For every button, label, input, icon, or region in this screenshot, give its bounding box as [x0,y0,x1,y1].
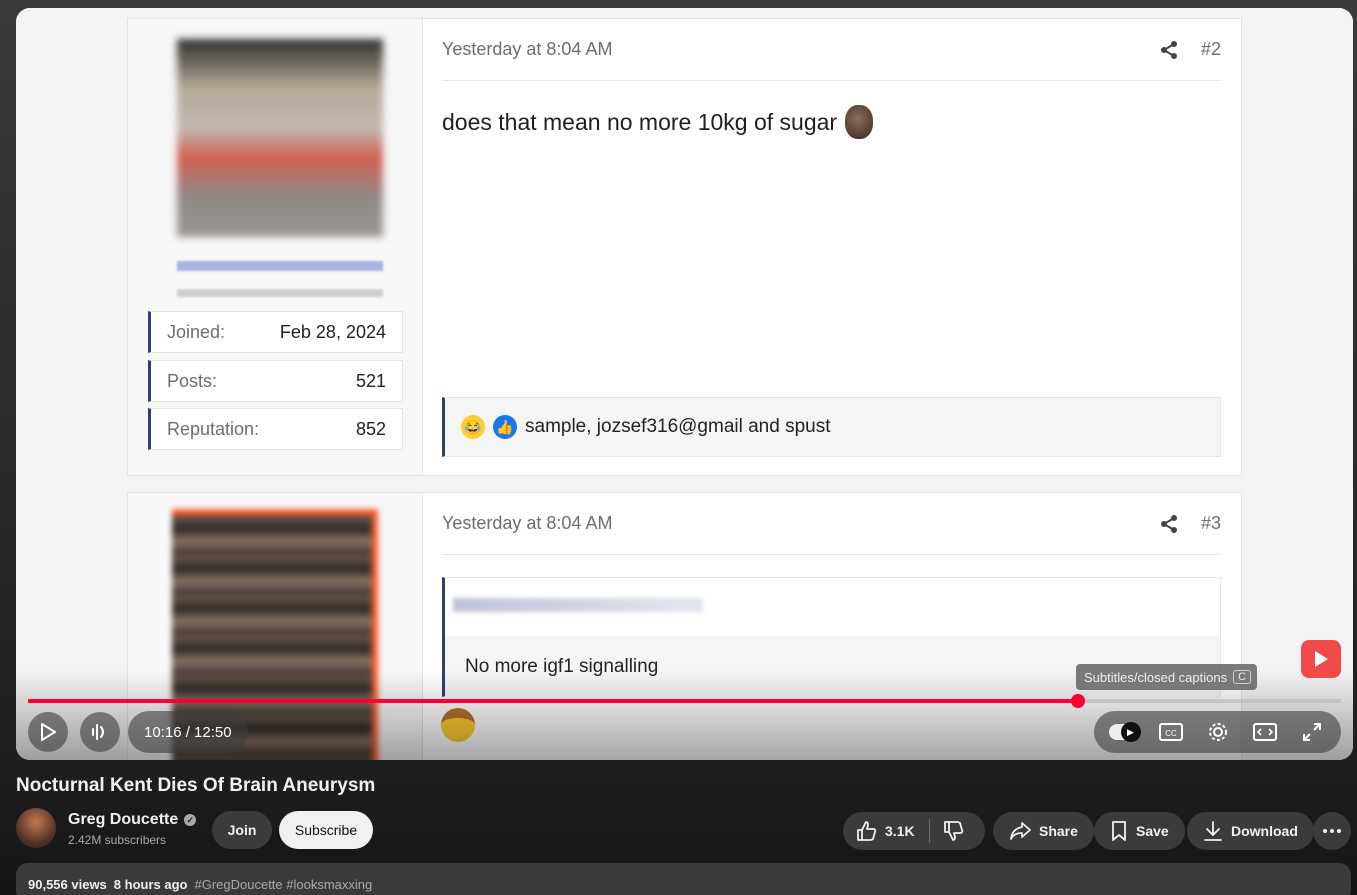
theater-icon [1252,723,1277,741]
hashtags[interactable]: #GregDoucette #looksmaxxing [194,877,372,892]
posted-time: 8 hours ago [113,877,188,892]
message-body: does that mean no more 10kg of sugar [442,105,1221,139]
cc-icon: CC [1158,723,1183,741]
save-button[interactable]: Save [1094,812,1185,850]
progress-bar[interactable] [28,694,1341,708]
post-number: #2 [1200,39,1221,59]
subscriber-count: 2.42M subscribers [68,833,167,847]
more-actions-button[interactable] [1313,812,1351,850]
video-player[interactable]: Joined: Feb 28, 2024 Posts: 521 Reputati… [16,8,1353,760]
captions-button[interactable]: CC [1153,717,1189,747]
captions-tooltip: Subtitles/closed captions C [1076,664,1258,690]
autoplay-play-icon: ▶ [1120,722,1141,742]
like-count: 3.1K [885,823,915,839]
time-text: 10:16 / 12:50 [144,723,232,741]
message-header: Yesterday at 8:04 AM #2 [442,19,1221,81]
youtube-play-icon[interactable] [1301,640,1341,678]
message-text: does that mean no more 10kg of sugar [442,108,838,135]
gear-icon [1208,723,1227,741]
play-icon [41,723,56,741]
channel-name-row[interactable]: Greg Doucette ✓ [68,811,197,829]
stat-label: Reputation: [167,418,260,439]
like-dislike-group: 3.1K [843,812,985,850]
tooltip-text: Subtitles/closed captions [1084,669,1228,685]
share-label: Share [1039,823,1078,839]
share-icon [1160,514,1177,533]
save-label: Save [1136,823,1169,839]
message-column: Yesterday at 8:04 AM #2 does that mean n… [442,19,1221,457]
time-display: 10:16 / 12:50 [128,711,248,753]
volume-icon [92,724,104,740]
settings-button[interactable] [1200,717,1236,747]
stat-posts: Posts: 521 [148,360,403,402]
fullscreen-icon [1302,723,1321,741]
post-timestamp: Yesterday at 8:04 AM [442,513,613,533]
channel-avatar[interactable] [16,808,56,848]
thumbs-down-icon [943,821,963,841]
reactions-bar: 😂 👍 sample, jozsef316@gmail and spust [442,397,1221,457]
stat-value: 521 [355,370,386,391]
channel-name[interactable]: Greg Doucette [68,811,178,829]
stat-value: 852 [355,418,386,439]
more-horizontal-icon [1323,829,1341,833]
play-button[interactable] [28,712,68,752]
stat-label: Posts: [167,370,218,391]
description-meta: 90,556 views 8 hours ago #GregDoucette #… [28,877,372,892]
progress-played [28,699,1079,703]
autoplay-toggle[interactable]: ▶ [1106,717,1142,747]
subscribe-button[interactable]: Subscribe [279,811,373,849]
user-title-blurred [177,289,383,297]
stat-joined: Joined: Feb 28, 2024 [148,311,403,353]
svg-text:CC: CC [1165,729,1177,738]
quote-author-blurred [453,598,703,612]
reaction-users: sample, jozsef316@gmail and spust [525,416,831,437]
download-label: Download [1231,823,1298,839]
tooltip-shortcut: C [1233,670,1252,684]
laugh-reaction-icon: 😂 [461,415,485,439]
like-button[interactable]: 3.1K [843,819,930,843]
stat-label: Joined: [167,321,226,342]
post-timestamp: Yesterday at 8:04 AM [442,39,613,59]
dislike-button[interactable] [930,820,976,842]
face-emoji-icon [845,105,874,139]
user-sidebar: Joined: Feb 28, 2024 Posts: 521 Reputati… [128,19,423,475]
view-count: 90,556 views [28,877,107,892]
volume-button[interactable] [80,712,120,752]
forum-post: Joined: Feb 28, 2024 Posts: 521 Reputati… [127,18,1242,476]
post-number: #3 [1200,513,1221,533]
like-reaction-icon: 👍 [493,415,517,439]
video-title: Nocturnal Kent Dies Of Brain Aneurysm [16,775,376,796]
video-frame-forum: Joined: Feb 28, 2024 Posts: 521 Reputati… [16,8,1353,760]
autoplay-switch: ▶ [1108,722,1141,742]
stat-value: Feb 28, 2024 [279,321,386,342]
username-blurred [177,261,383,271]
share-icon [1160,40,1177,59]
message-column: Yesterday at 8:04 AM #3 No more igf1 sig… [442,493,1221,698]
bookmark-icon [1112,821,1126,841]
download-icon [1204,821,1222,841]
download-button[interactable]: Download [1187,812,1314,850]
verified-check-icon: ✓ [184,814,197,826]
thumbs-up-icon [857,821,877,841]
fullscreen-button[interactable] [1294,717,1330,747]
join-button[interactable]: Join [212,811,272,849]
right-controls: ▶ CC [1094,711,1341,753]
message-header: Yesterday at 8:04 AM #3 [442,493,1221,555]
share-button[interactable]: Share [993,812,1094,850]
stat-reputation: Reputation: 852 [148,408,403,450]
theater-mode-button[interactable] [1247,717,1283,747]
share-arrow-icon [1010,822,1031,840]
user-avatar-blurred [177,39,383,237]
